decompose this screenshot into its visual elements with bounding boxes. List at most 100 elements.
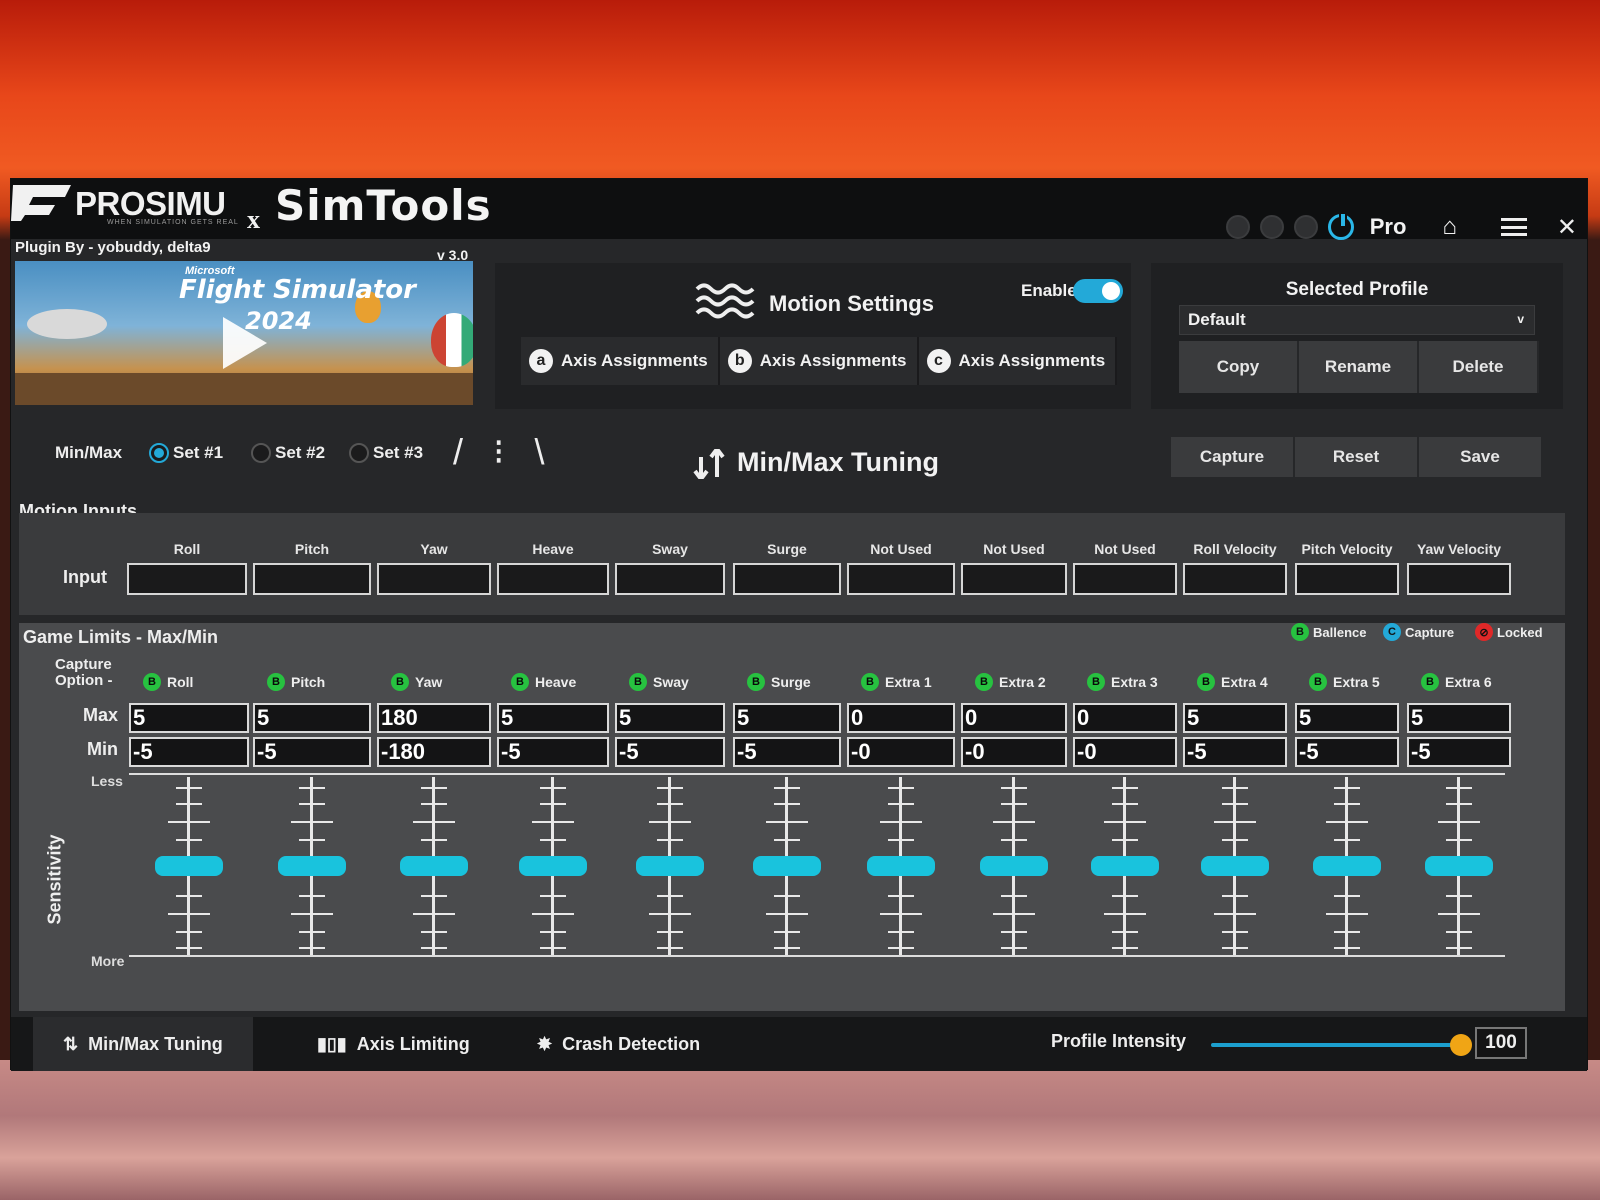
tab-crash-detection[interactable]: ✸ Crash Detection — [527, 1017, 710, 1071]
pro-label[interactable]: Pro — [1370, 214, 1407, 240]
menu-icon[interactable] — [1500, 218, 1527, 236]
enable-toggle[interactable] — [1073, 279, 1123, 303]
max-input[interactable]: 180 — [377, 703, 491, 733]
profile-intensity-value[interactable]: 100 — [1475, 1027, 1527, 1059]
axis-assignments-a-button[interactable]: a Axis Assignments — [521, 337, 720, 385]
min-input[interactable]: -0 — [1073, 737, 1177, 767]
slider-thumb[interactable] — [278, 856, 346, 876]
reset-button[interactable]: Reset — [1295, 437, 1419, 477]
delete-button[interactable]: Delete — [1419, 341, 1539, 393]
capture-option-extra-3[interactable]: B Extra 3 — [1087, 673, 1158, 691]
slider-thumb[interactable] — [1091, 856, 1159, 876]
sensitivity-slider[interactable] — [1091, 777, 1159, 955]
max-input[interactable]: 5 — [733, 703, 841, 733]
min-input[interactable]: -5 — [129, 737, 249, 767]
profile-select[interactable]: Default v — [1179, 305, 1535, 335]
copy-button[interactable]: Copy — [1179, 341, 1299, 393]
balance-icon[interactable]: B — [1197, 673, 1215, 691]
balance-icon[interactable]: B — [511, 673, 529, 691]
min-input[interactable]: -180 — [377, 737, 491, 767]
max-input[interactable]: 0 — [1073, 703, 1177, 733]
max-input[interactable]: 0 — [847, 703, 955, 733]
slider-thumb[interactable] — [400, 856, 468, 876]
min-input[interactable]: -5 — [1183, 737, 1287, 767]
max-input[interactable]: 0 — [961, 703, 1067, 733]
play-icon[interactable] — [223, 317, 267, 369]
status-icon-1[interactable] — [1225, 215, 1250, 239]
set-3-radio[interactable]: Set #3 — [349, 443, 423, 463]
min-input[interactable]: -5 — [615, 737, 725, 767]
sensitivity-slider[interactable] — [1201, 777, 1269, 955]
status-icon-2[interactable] — [1259, 215, 1284, 239]
power-icon[interactable] — [1327, 212, 1354, 240]
balance-icon[interactable]: B — [1309, 673, 1327, 691]
max-input[interactable]: 5 — [1183, 703, 1287, 733]
slider-thumb[interactable] — [753, 856, 821, 876]
min-input[interactable]: -0 — [847, 737, 955, 767]
sensitivity-slider[interactable] — [753, 777, 821, 955]
rename-button[interactable]: Rename — [1299, 341, 1419, 393]
sensitivity-slider[interactable] — [400, 777, 468, 955]
save-button[interactable]: Save — [1419, 437, 1543, 477]
tab-axis-limiting[interactable]: ▮▯▮ Axis Limiting — [307, 1017, 480, 1071]
min-input[interactable]: -5 — [1295, 737, 1399, 767]
capture-button[interactable]: Capture — [1171, 437, 1295, 477]
capture-option-extra-1[interactable]: B Extra 1 — [861, 673, 932, 691]
min-input[interactable]: -5 — [733, 737, 841, 767]
sensitivity-slider[interactable] — [867, 777, 935, 955]
balance-icon[interactable]: B — [1421, 673, 1439, 691]
sensitivity-slider[interactable] — [278, 777, 346, 955]
slider-thumb[interactable] — [1425, 856, 1493, 876]
status-icon-3[interactable] — [1293, 215, 1318, 239]
capture-option-yaw[interactable]: B Yaw — [391, 673, 442, 691]
set-1-radio[interactable]: Set #1 — [149, 443, 223, 463]
home-icon[interactable]: ⌂ — [1442, 213, 1457, 241]
min-input[interactable]: -0 — [961, 737, 1067, 767]
capture-option-heave[interactable]: B Heave — [511, 673, 576, 691]
balance-icon[interactable]: B — [861, 673, 879, 691]
balance-icon[interactable]: B — [975, 673, 993, 691]
balance-icon[interactable]: B — [267, 673, 285, 691]
capture-option-surge[interactable]: B Surge — [747, 673, 811, 691]
tab-min-max-tuning[interactable]: ⇅ Min/Max Tuning — [33, 1017, 253, 1071]
game-banner[interactable]: Microsoft Flight Simulator 2024 — [15, 261, 473, 405]
slider-thumb[interactable] — [155, 856, 223, 876]
balance-icon[interactable]: B — [1087, 673, 1105, 691]
slider-thumb[interactable] — [636, 856, 704, 876]
max-input[interactable]: 5 — [1407, 703, 1511, 733]
capture-option-extra-5[interactable]: B Extra 5 — [1309, 673, 1380, 691]
profile-intensity-slider[interactable] — [1211, 1034, 1472, 1056]
sensitivity-slider[interactable] — [1425, 777, 1493, 955]
min-input[interactable]: -5 — [253, 737, 371, 767]
sensitivity-slider[interactable] — [155, 777, 223, 955]
capture-option-extra-6[interactable]: B Extra 6 — [1421, 673, 1492, 691]
capture-option-pitch[interactable]: B Pitch — [267, 673, 325, 691]
slider-thumb[interactable] — [1313, 856, 1381, 876]
set-2-radio[interactable]: Set #2 — [251, 443, 325, 463]
balance-icon[interactable]: B — [629, 673, 647, 691]
sensitivity-slider[interactable] — [519, 777, 587, 955]
max-input[interactable]: 5 — [1295, 703, 1399, 733]
axis-assignments-c-button[interactable]: c Axis Assignments — [918, 337, 1118, 385]
capture-option-sway[interactable]: B Sway — [629, 673, 689, 691]
balance-icon[interactable]: B — [391, 673, 409, 691]
max-input[interactable]: 5 — [129, 703, 249, 733]
capture-option-roll[interactable]: B Roll — [143, 673, 193, 691]
max-input[interactable]: 5 — [615, 703, 725, 733]
slider-thumb[interactable] — [1201, 856, 1269, 876]
sensitivity-slider[interactable] — [636, 777, 704, 955]
balance-icon[interactable]: B — [143, 673, 161, 691]
close-icon[interactable]: ✕ — [1557, 213, 1577, 242]
slider-thumb[interactable] — [980, 856, 1048, 876]
slider-knob[interactable] — [1450, 1034, 1472, 1056]
slider-thumb[interactable] — [867, 856, 935, 876]
capture-option-extra-2[interactable]: B Extra 2 — [975, 673, 1046, 691]
axis-assignments-b-button[interactable]: b Axis Assignments — [719, 337, 919, 385]
slider-thumb[interactable] — [519, 856, 587, 876]
capture-option-extra-4[interactable]: B Extra 4 — [1197, 673, 1268, 691]
curve-mode-icons[interactable]: / ⁝ \ — [453, 431, 554, 473]
min-input[interactable]: -5 — [497, 737, 609, 767]
sensitivity-slider[interactable] — [980, 777, 1048, 955]
min-input[interactable]: -5 — [1407, 737, 1511, 767]
balance-icon[interactable]: B — [747, 673, 765, 691]
